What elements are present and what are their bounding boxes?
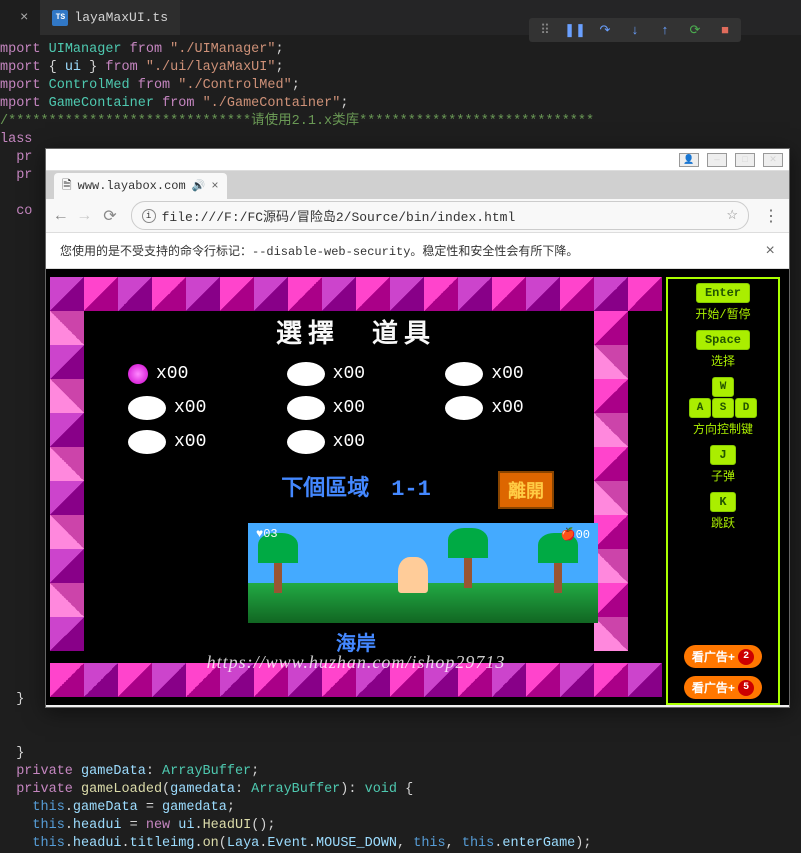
palm-tree bbox=[448, 528, 488, 588]
item-slot[interactable]: x00 bbox=[445, 396, 584, 420]
tab-close-icon[interactable]: × bbox=[211, 179, 218, 193]
item-count: x00 bbox=[333, 432, 365, 452]
browser-window: 👤 — □ ✕ 🗎 www.layabox.com 🔊 × ← → ⟳ i fi… bbox=[45, 148, 790, 708]
wasd-label: 方向控制键 bbox=[693, 420, 753, 437]
address-bar-row: ← → ⟳ i file:///F:/FC源码/冒险岛2/Source/bin/… bbox=[46, 199, 789, 233]
bookmark-icon[interactable]: ☆ bbox=[726, 208, 738, 223]
a-key[interactable]: A bbox=[689, 398, 711, 418]
item-count: x00 bbox=[174, 432, 206, 452]
url-text: file:///F:/FC源码/冒险岛2/Source/bin/index.ht… bbox=[162, 206, 516, 225]
debug-step-out-icon[interactable]: ↑ bbox=[657, 22, 673, 38]
item-icon bbox=[287, 362, 325, 386]
debug-step-into-icon[interactable]: ↓ bbox=[627, 22, 643, 38]
editor-tab-file[interactable]: TS layaMaxUI.ts bbox=[40, 0, 180, 35]
item-count: x00 bbox=[174, 398, 206, 418]
k-key[interactable]: K bbox=[710, 492, 735, 512]
hud-lives-count: 03 bbox=[263, 527, 277, 541]
item-count: x00 bbox=[491, 364, 523, 384]
editor-tab-bar: × TS layaMaxUI.ts ⠿ ❚❚ ↷ ↓ ↑ ⟳ ■ bbox=[0, 0, 801, 35]
item-icon bbox=[445, 362, 483, 386]
warning-text: 您使用的是不受支持的命令行标记：--disable-web-security。稳… bbox=[60, 242, 578, 259]
debug-restart-icon[interactable]: ⟳ bbox=[687, 22, 703, 38]
tab-label: layaMaxUI.ts bbox=[74, 10, 168, 25]
item-icon bbox=[445, 396, 483, 420]
warning-bar: 您使用的是不受支持的命令行标记：--disable-web-security。稳… bbox=[46, 233, 789, 269]
warning-close-icon[interactable]: × bbox=[765, 242, 775, 260]
item-icon bbox=[287, 396, 325, 420]
item-slot[interactable]: x00 bbox=[445, 362, 584, 386]
ts-icon: TS bbox=[52, 10, 68, 26]
user-icon[interactable]: 👤 bbox=[679, 153, 699, 167]
minimize-button[interactable]: — bbox=[707, 153, 727, 167]
ad-button-2[interactable]: 看广告+5 bbox=[684, 676, 762, 699]
menu-button[interactable]: ⋮ bbox=[763, 206, 779, 226]
item-count: x00 bbox=[156, 364, 188, 384]
item-slot[interactable]: x00 bbox=[128, 362, 267, 386]
address-bar[interactable]: i file:///F:/FC源码/冒险岛2/Source/bin/index.… bbox=[131, 201, 749, 230]
window-titlebar[interactable]: 👤 — □ ✕ bbox=[46, 149, 789, 171]
watermark-text: https://www.huzhan.com/ishop29713 bbox=[50, 652, 662, 673]
maximize-button[interactable]: □ bbox=[735, 153, 755, 167]
j-key[interactable]: J bbox=[710, 445, 735, 465]
debug-stop-icon[interactable]: ■ bbox=[717, 22, 733, 38]
ad-text: 看广告+ bbox=[692, 648, 735, 665]
enter-key[interactable]: Enter bbox=[696, 283, 750, 303]
enter-label: 开始/暂停 bbox=[695, 305, 750, 322]
item-icon bbox=[128, 430, 166, 454]
space-key[interactable]: Space bbox=[696, 330, 750, 350]
forward-button[interactable]: → bbox=[80, 207, 90, 225]
browser-tab[interactable]: 🗎 www.layabox.com 🔊 × bbox=[54, 173, 227, 199]
exit-button[interactable]: 離開 bbox=[498, 471, 554, 509]
ad-badge: 2 bbox=[738, 649, 754, 665]
item-icon bbox=[128, 396, 166, 420]
level-preview: ♥03 🍎00 bbox=[248, 523, 598, 623]
info-icon[interactable]: i bbox=[142, 209, 156, 223]
item-icon bbox=[128, 364, 148, 384]
item-count: x00 bbox=[333, 398, 365, 418]
close-button[interactable]: ✕ bbox=[763, 153, 783, 167]
item-slot[interactable]: x00 bbox=[128, 430, 267, 454]
palm-tree bbox=[538, 533, 578, 593]
item-slot[interactable]: x00 bbox=[287, 430, 426, 454]
browser-tab-strip: 🗎 www.layabox.com 🔊 × bbox=[46, 171, 789, 199]
palm-tree bbox=[258, 533, 298, 593]
page-icon: 🗎 bbox=[62, 176, 72, 197]
ad-button-1[interactable]: 看广告+2 bbox=[684, 645, 762, 668]
game-content: 選擇 道具 x00 x00 x00 x00 x00 x00 x00 x00 離開… bbox=[118, 311, 594, 663]
back-button[interactable]: ← bbox=[56, 207, 66, 225]
item-count: x00 bbox=[491, 398, 523, 418]
item-slot[interactable]: x00 bbox=[287, 396, 426, 420]
k-label: 跳跃 bbox=[711, 514, 735, 531]
item-icon bbox=[287, 430, 325, 454]
ad-badge: 5 bbox=[738, 680, 754, 696]
item-slot[interactable]: x00 bbox=[287, 362, 426, 386]
browser-tab-title: www.layabox.com bbox=[78, 179, 186, 193]
j-label: 子弹 bbox=[711, 467, 735, 484]
editor-tab-empty[interactable]: × bbox=[0, 0, 40, 35]
game-title: 選擇 道具 bbox=[118, 313, 594, 350]
game-viewport: 選擇 道具 x00 x00 x00 x00 x00 x00 x00 x00 離開… bbox=[46, 269, 789, 705]
d-key[interactable]: D bbox=[735, 398, 757, 418]
wasd-keys: W A S D bbox=[689, 377, 757, 418]
close-icon[interactable]: × bbox=[20, 10, 28, 26]
debug-grip-icon[interactable]: ⠿ bbox=[537, 22, 553, 38]
item-grid: x00 x00 x00 x00 x00 x00 x00 x00 bbox=[118, 350, 594, 466]
player-character bbox=[398, 557, 428, 593]
debug-toolbar: ⠿ ❚❚ ↷ ↓ ↑ ⟳ ■ bbox=[529, 18, 741, 42]
w-key[interactable]: W bbox=[712, 377, 734, 397]
hud-fruit: 🍎 bbox=[561, 528, 576, 542]
item-count: x00 bbox=[333, 364, 365, 384]
game-screen[interactable]: 選擇 道具 x00 x00 x00 x00 x00 x00 x00 x00 離開… bbox=[50, 277, 662, 697]
reload-button[interactable]: ⟳ bbox=[103, 206, 116, 226]
item-slot[interactable]: x00 bbox=[128, 396, 267, 420]
hud-fruit-count: 00 bbox=[576, 528, 590, 542]
debug-step-over-icon[interactable]: ↷ bbox=[597, 22, 613, 38]
space-label: 选择 bbox=[711, 352, 735, 369]
ad-text: 看广告+ bbox=[692, 679, 735, 696]
debug-pause-icon[interactable]: ❚❚ bbox=[567, 22, 583, 38]
audio-icon[interactable]: 🔊 bbox=[192, 179, 206, 193]
control-panel: Enter 开始/暂停 Space 选择 W A S D 方向控制键 J 子弹 … bbox=[666, 277, 780, 705]
s-key[interactable]: S bbox=[712, 398, 734, 418]
